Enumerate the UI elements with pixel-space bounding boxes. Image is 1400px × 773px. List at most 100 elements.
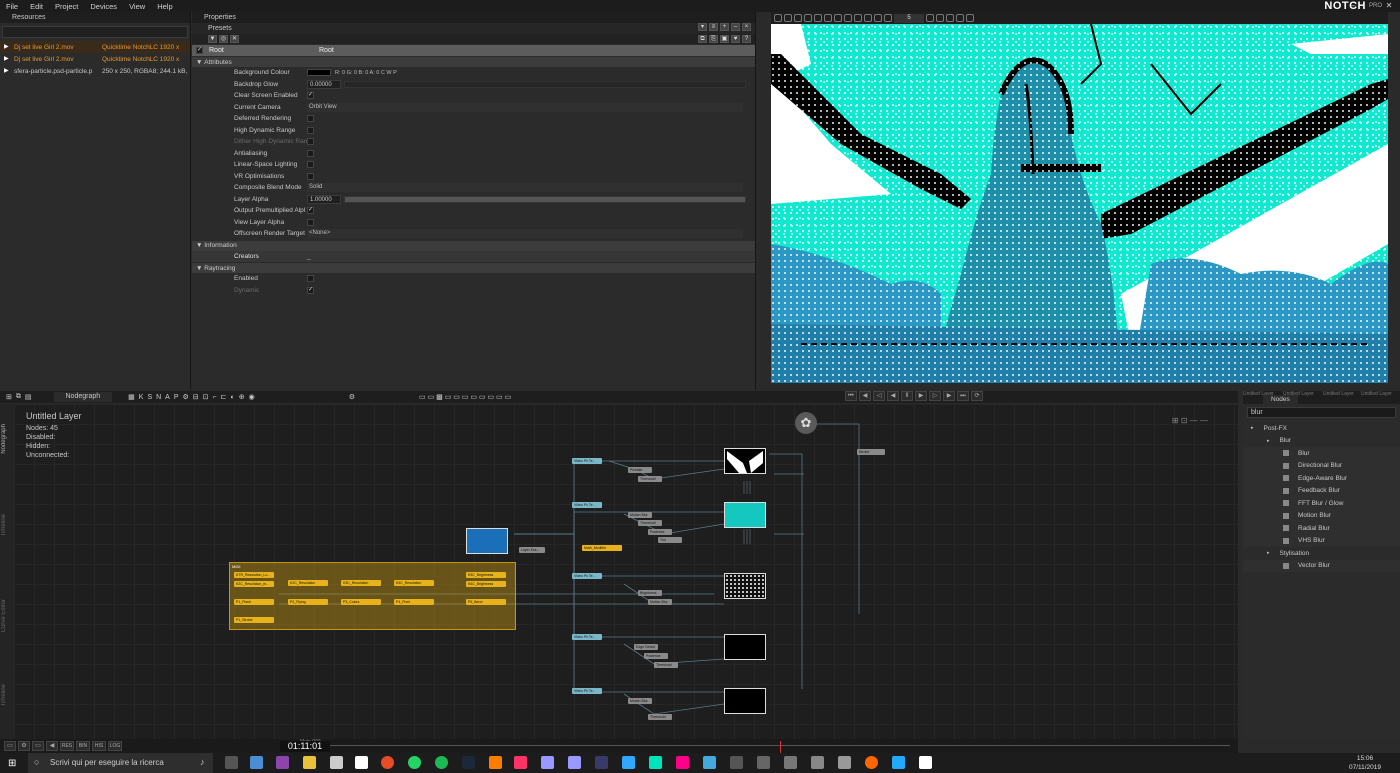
presets-dropdown-icon[interactable]: ▾	[698, 23, 707, 31]
resource-item[interactable]: ▶ sfera-particle.psd-particle.p 250 x 25…	[0, 65, 190, 77]
node-video-player[interactable]: Video Plı Te...	[572, 688, 602, 694]
copy-icon[interactable]: ⧉	[698, 35, 707, 43]
playhead[interactable]	[780, 741, 781, 753]
indesign-icon[interactable]	[514, 756, 527, 769]
viewport-value-field[interactable]: 5	[894, 13, 924, 23]
property-checkbox[interactable]	[307, 126, 314, 134]
nodegraph-tool-n[interactable]: N	[154, 394, 163, 401]
clear-filter-icon[interactable]: ✕	[230, 35, 239, 43]
photoshop-icon[interactable]	[622, 756, 635, 769]
colour-swatch[interactable]	[307, 69, 331, 77]
property-checkbox[interactable]: ✓	[307, 207, 314, 215]
nodegraph-distribute-icon[interactable]: ⊡	[201, 393, 211, 401]
node-effect[interactable]: Pixelate	[628, 467, 652, 473]
expand-arrow-icon[interactable]: ▸	[1267, 550, 1270, 556]
node-effect[interactable]: Posterize	[648, 529, 672, 535]
nodegraph-play-icon[interactable]: ⊕	[237, 393, 247, 401]
timeline-icon[interactable]: ◀	[46, 741, 58, 751]
node-tree-item[interactable]: ▸ Stylisation	[1243, 547, 1400, 560]
app-icon[interactable]	[676, 756, 689, 769]
app-icon[interactable]	[757, 756, 770, 769]
notion-icon[interactable]	[355, 756, 368, 769]
nodegraph-canvas[interactable]: Untitled Layer Nodes: 45 Disabled: Hidde…	[14, 404, 1238, 739]
node-tree-item[interactable]: FFT Blur / Glow	[1243, 497, 1400, 510]
move-tool-icon[interactable]	[804, 14, 812, 22]
prev-marker-icon[interactable]: ◀	[859, 391, 871, 401]
node-tree-item[interactable]: Blur	[1243, 447, 1400, 460]
save-icon[interactable]: ▣	[720, 35, 729, 43]
nodegraph-settings-icon[interactable]: ⚙	[181, 393, 191, 401]
property-checkbox[interactable]: ✓	[307, 286, 314, 294]
property-checkbox[interactable]	[307, 149, 314, 157]
select-tool-icon[interactable]	[774, 14, 782, 22]
property-number-field[interactable]: 0.00000	[307, 79, 341, 89]
node-tree-item[interactable]: Directional Blur	[1243, 459, 1400, 472]
node-effect[interactable]: Motion Blur	[648, 599, 672, 605]
node-yellow[interactable]: K6C_Brightness	[466, 581, 506, 587]
snap-tool-icon[interactable]	[814, 14, 822, 22]
node-yellow[interactable]: KTR_Resolution_Lo...	[234, 572, 274, 578]
output-thumbnail-3[interactable]	[724, 573, 766, 599]
paste-icon[interactable]: ⎘	[709, 35, 718, 43]
stats-tool-icon[interactable]	[884, 14, 892, 22]
output-thumbnail-5[interactable]	[724, 688, 766, 714]
menu-project[interactable]: Project	[49, 2, 84, 11]
property-number-field[interactable]: 1.00000	[307, 194, 341, 204]
rotate-tool-icon[interactable]	[784, 14, 792, 22]
presets-minus-icon[interactable]: –	[731, 23, 740, 31]
property-checkbox[interactable]	[307, 161, 314, 169]
resources-search-input[interactable]	[2, 26, 188, 38]
root-layer-node-icon[interactable]: ✿	[795, 412, 817, 434]
node-yellow[interactable]: K4C_Resolution	[394, 580, 434, 586]
system-clock[interactable]: 15:06 07/11/2019	[1340, 753, 1390, 772]
node-tree-item[interactable]: ▸ Blur	[1243, 435, 1400, 448]
property-slider[interactable]	[344, 195, 746, 203]
audition-icon[interactable]	[649, 756, 662, 769]
presets-close-icon[interactable]: ×	[742, 23, 751, 31]
output-thumbnail-4[interactable]	[724, 634, 766, 660]
node-yellow[interactable]: P2_Flying	[288, 599, 328, 605]
light-tool-icon[interactable]	[834, 14, 842, 22]
node-effect[interactable]: Threshold	[638, 520, 662, 526]
property-checkbox[interactable]	[307, 172, 314, 180]
whatsapp-icon[interactable]	[408, 756, 421, 769]
node-yellow[interactable]: Math_Modifier	[582, 545, 622, 551]
creators-value[interactable]: _	[307, 253, 311, 260]
layer-tab[interactable]: Untitled Layer	[1323, 391, 1354, 397]
node-effect[interactable]: Threshold	[654, 662, 678, 668]
app-icon[interactable]	[595, 756, 608, 769]
node-effect[interactable]: Posterize	[644, 653, 668, 659]
nodegraph-tool-s[interactable]: S	[145, 394, 154, 401]
steam-icon[interactable]	[462, 756, 475, 769]
node-yellow[interactable]: K5C_Brightness	[466, 572, 506, 578]
side-tab-timeline-2[interactable]: Timeline	[1, 684, 13, 706]
nodegraph-tool-p[interactable]: P	[172, 394, 181, 401]
app-icon[interactable]	[250, 756, 263, 769]
property-checkbox[interactable]: ✓	[307, 92, 314, 100]
grid-tool-icon[interactable]	[844, 14, 852, 22]
step-back-icon[interactable]: ◁	[873, 391, 885, 401]
section-raytracing[interactable]: ▼ Raytracing	[192, 263, 755, 273]
current-time[interactable]: 01:11:01	[280, 741, 330, 752]
node-effect[interactable]: Strobe	[857, 449, 885, 455]
menu-edit[interactable]: Edit	[24, 2, 49, 11]
resource-item[interactable]: ▶ Dj set live Girl 2.mov Quicktime Notch…	[0, 41, 190, 53]
taskbar-search[interactable]: Scrivi qui per eseguire la ricerca	[28, 753, 213, 773]
presets-list-icon[interactable]: ≡	[709, 23, 718, 31]
video-thumbnail[interactable]	[466, 528, 508, 554]
node-effect[interactable]: Motion Blur	[628, 512, 652, 518]
app-icon[interactable]	[276, 756, 289, 769]
root-row[interactable]: ✓ Root Root	[192, 45, 755, 56]
node-effect[interactable]: Brightness	[638, 590, 662, 596]
target-icon[interactable]: ◎	[219, 35, 228, 43]
nodegraph-view-icon[interactable]: ◐	[229, 394, 237, 401]
graph-view-icons[interactable]: ⊞ ⊡ — —	[1172, 416, 1208, 425]
overlay-tool-icon[interactable]	[926, 14, 934, 22]
node-effect[interactable]: Threshold	[638, 476, 662, 482]
record-tool-icon[interactable]	[946, 14, 954, 22]
node-effect[interactable]: Layer Exs...	[519, 547, 545, 553]
nodegraph-align-icon[interactable]: ⊟	[191, 393, 201, 401]
play-reverse-icon[interactable]: ◀	[887, 391, 899, 401]
vr-tool-icon[interactable]	[936, 14, 944, 22]
presets-add-icon[interactable]: +	[720, 23, 729, 31]
